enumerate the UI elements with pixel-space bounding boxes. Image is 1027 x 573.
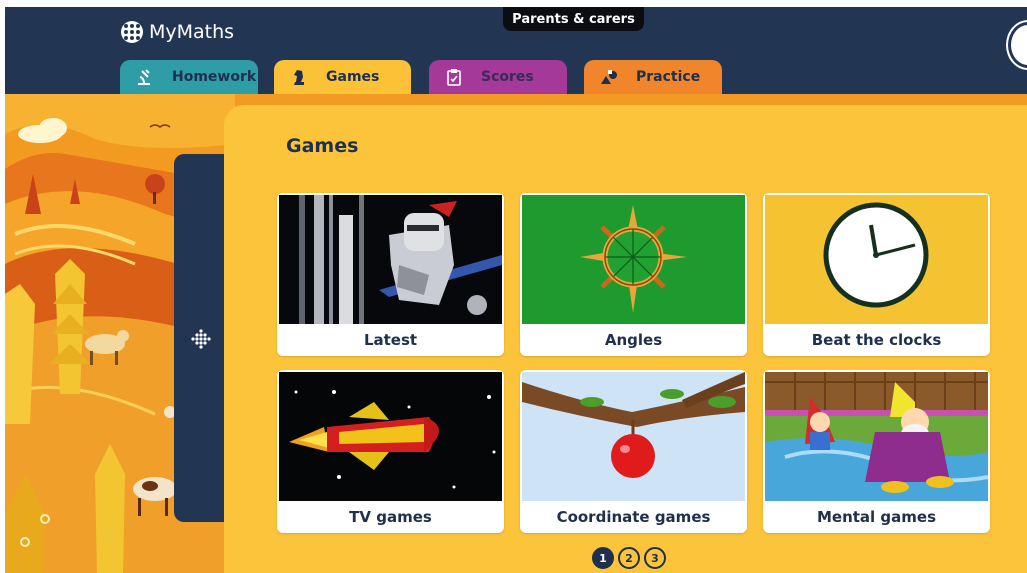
- clipboard-check-icon: [445, 68, 463, 86]
- game-card-coordinate-games[interactable]: Coordinate games: [520, 370, 747, 533]
- logo-dots-icon: [121, 21, 143, 43]
- tab-practice-label: Practice: [636, 69, 701, 85]
- game-card-label: Beat the clocks: [811, 331, 942, 349]
- tab-games[interactable]: Games: [274, 60, 411, 94]
- game-card-label: Mental games: [816, 508, 937, 526]
- page-3-button[interactable]: 3: [644, 547, 666, 569]
- page-2-button[interactable]: 2: [618, 547, 640, 569]
- apple-tree-thumbnail: [522, 372, 745, 501]
- tab-homework-label: Homework: [172, 69, 257, 85]
- game-card-latest[interactable]: Latest: [277, 193, 504, 356]
- game-card-label: TV games: [349, 508, 432, 526]
- drawer-handle-icon[interactable]: [190, 329, 212, 351]
- game-card-mental-games[interactable]: Mental games: [763, 370, 990, 533]
- parents-carers-button[interactable]: Parents & carers: [503, 7, 644, 31]
- game-card-label: Angles: [604, 331, 663, 349]
- game-card-beat-the-clocks[interactable]: Beat the clocks: [763, 193, 990, 356]
- top-navigation-bar: MyMaths Parents & carers Homework Games …: [5, 7, 1027, 94]
- gnome-thumbnail: [765, 372, 988, 501]
- game-card-label: Coordinate games: [556, 508, 711, 526]
- tab-practice[interactable]: Practice: [584, 60, 722, 94]
- games-panel: Games Latest Angles Beat the clocks TV g…: [224, 105, 1027, 573]
- rocket-thumbnail: [279, 372, 502, 501]
- microscope-icon: [136, 68, 154, 86]
- clock-thumbnail: [765, 195, 988, 324]
- exit-button[interactable]: [1008, 22, 1027, 68]
- pagination: 1 2 3: [592, 547, 666, 569]
- page-title: Games: [286, 135, 359, 157]
- logo-text: MyMaths: [149, 21, 235, 43]
- game-card-label: Latest: [363, 331, 418, 349]
- page-1-button[interactable]: 1: [592, 547, 614, 569]
- tab-scores-label: Scores: [481, 69, 534, 85]
- latest-thumbnail: [279, 195, 502, 324]
- angles-thumbnail: [522, 195, 745, 324]
- game-card-tv-games[interactable]: TV games: [277, 370, 504, 533]
- tab-scores[interactable]: Scores: [429, 60, 567, 94]
- tab-homework[interactable]: Homework: [120, 60, 258, 94]
- shapes-icon: [600, 68, 618, 86]
- game-card-angles[interactable]: Angles: [520, 193, 747, 356]
- chess-knight-icon: [290, 68, 308, 86]
- tab-games-label: Games: [326, 69, 380, 85]
- mymaths-logo[interactable]: MyMaths: [121, 21, 234, 43]
